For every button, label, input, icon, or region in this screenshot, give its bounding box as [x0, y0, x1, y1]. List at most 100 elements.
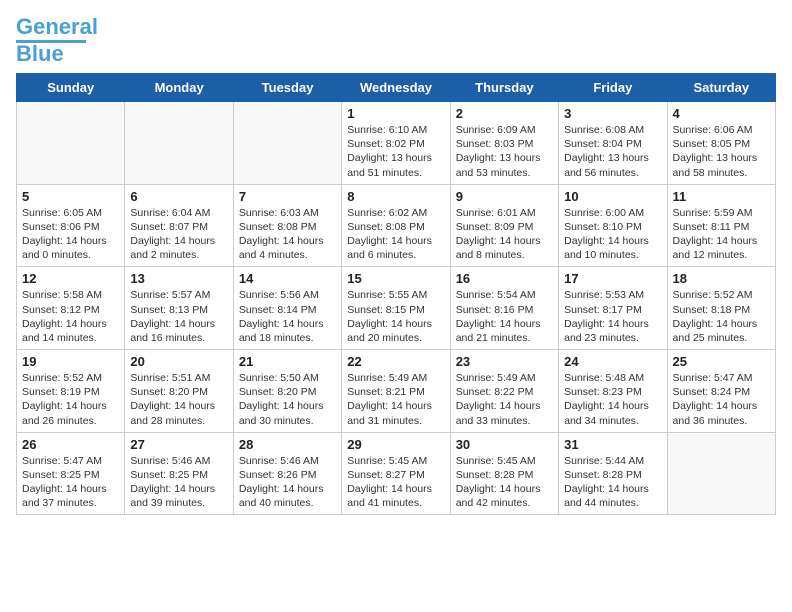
calendar-cell: 19 Sunrise: 5:52 AMSunset: 8:19 PMDayligh… — [17, 350, 125, 433]
calendar-cell: 10 Sunrise: 6:00 AMSunset: 8:10 PMDayligh… — [559, 184, 667, 267]
calendar-cell: 8 Sunrise: 6:02 AMSunset: 8:08 PMDaylight… — [342, 184, 450, 267]
day-header-saturday: Saturday — [667, 74, 775, 102]
logo: General Blue — [16, 16, 98, 65]
day-number: 27 — [130, 437, 227, 452]
calendar-cell: 21 Sunrise: 5:50 AMSunset: 8:20 PMDayligh… — [233, 350, 341, 433]
day-number: 6 — [130, 189, 227, 204]
cell-info: Sunrise: 6:10 AMSunset: 8:02 PMDaylight:… — [347, 123, 444, 180]
cell-info: Sunrise: 5:50 AMSunset: 8:20 PMDaylight:… — [239, 371, 336, 428]
cell-info: Sunrise: 5:53 AMSunset: 8:17 PMDaylight:… — [564, 288, 661, 345]
cell-info: Sunrise: 6:09 AMSunset: 8:03 PMDaylight:… — [456, 123, 553, 180]
day-header-sunday: Sunday — [17, 74, 125, 102]
calendar-cell: 18 Sunrise: 5:52 AMSunset: 8:18 PMDayligh… — [667, 267, 775, 350]
cell-info: Sunrise: 5:52 AMSunset: 8:19 PMDaylight:… — [22, 371, 119, 428]
calendar-cell: 14 Sunrise: 5:56 AMSunset: 8:14 PMDayligh… — [233, 267, 341, 350]
cell-info: Sunrise: 5:58 AMSunset: 8:12 PMDaylight:… — [22, 288, 119, 345]
calendar-cell: 24 Sunrise: 5:48 AMSunset: 8:23 PMDayligh… — [559, 350, 667, 433]
day-number: 1 — [347, 106, 444, 121]
day-number: 23 — [456, 354, 553, 369]
day-number: 9 — [456, 189, 553, 204]
calendar-week-4: 19 Sunrise: 5:52 AMSunset: 8:19 PMDayligh… — [17, 350, 776, 433]
calendar-cell: 20 Sunrise: 5:51 AMSunset: 8:20 PMDayligh… — [125, 350, 233, 433]
calendar-cell — [667, 432, 775, 515]
logo-blue: Blue — [16, 43, 64, 65]
cell-info: Sunrise: 5:51 AMSunset: 8:20 PMDaylight:… — [130, 371, 227, 428]
day-number: 16 — [456, 271, 553, 286]
day-number: 21 — [239, 354, 336, 369]
day-number: 3 — [564, 106, 661, 121]
calendar-cell: 5 Sunrise: 6:05 AMSunset: 8:06 PMDaylight… — [17, 184, 125, 267]
cell-info: Sunrise: 5:49 AMSunset: 8:21 PMDaylight:… — [347, 371, 444, 428]
page-header: General Blue — [16, 16, 776, 65]
day-header-thursday: Thursday — [450, 74, 558, 102]
cell-info: Sunrise: 6:05 AMSunset: 8:06 PMDaylight:… — [22, 206, 119, 263]
day-number: 5 — [22, 189, 119, 204]
cell-info: Sunrise: 5:57 AMSunset: 8:13 PMDaylight:… — [130, 288, 227, 345]
day-header-friday: Friday — [559, 74, 667, 102]
cell-info: Sunrise: 5:52 AMSunset: 8:18 PMDaylight:… — [673, 288, 770, 345]
calendar-cell: 22 Sunrise: 5:49 AMSunset: 8:21 PMDayligh… — [342, 350, 450, 433]
calendar-cell: 27 Sunrise: 5:46 AMSunset: 8:25 PMDayligh… — [125, 432, 233, 515]
cell-info: Sunrise: 5:55 AMSunset: 8:15 PMDaylight:… — [347, 288, 444, 345]
day-number: 7 — [239, 189, 336, 204]
day-header-wednesday: Wednesday — [342, 74, 450, 102]
day-number: 22 — [347, 354, 444, 369]
logo-general: General — [16, 14, 98, 39]
cell-info: Sunrise: 5:49 AMSunset: 8:22 PMDaylight:… — [456, 371, 553, 428]
calendar-cell: 30 Sunrise: 5:45 AMSunset: 8:28 PMDayligh… — [450, 432, 558, 515]
day-number: 20 — [130, 354, 227, 369]
calendar-cell: 6 Sunrise: 6:04 AMSunset: 8:07 PMDaylight… — [125, 184, 233, 267]
cell-info: Sunrise: 5:46 AMSunset: 8:25 PMDaylight:… — [130, 454, 227, 511]
day-number: 8 — [347, 189, 444, 204]
calendar-cell: 11 Sunrise: 5:59 AMSunset: 8:11 PMDayligh… — [667, 184, 775, 267]
cell-info: Sunrise: 5:47 AMSunset: 8:24 PMDaylight:… — [673, 371, 770, 428]
day-number: 12 — [22, 271, 119, 286]
calendar-cell: 12 Sunrise: 5:58 AMSunset: 8:12 PMDayligh… — [17, 267, 125, 350]
day-number: 10 — [564, 189, 661, 204]
calendar-cell: 2 Sunrise: 6:09 AMSunset: 8:03 PMDaylight… — [450, 102, 558, 185]
cell-info: Sunrise: 6:06 AMSunset: 8:05 PMDaylight:… — [673, 123, 770, 180]
calendar-cell: 31 Sunrise: 5:44 AMSunset: 8:28 PMDayligh… — [559, 432, 667, 515]
calendar-cell: 15 Sunrise: 5:55 AMSunset: 8:15 PMDayligh… — [342, 267, 450, 350]
cell-info: Sunrise: 6:01 AMSunset: 8:09 PMDaylight:… — [456, 206, 553, 263]
day-number: 28 — [239, 437, 336, 452]
day-number: 24 — [564, 354, 661, 369]
calendar-header-row: SundayMondayTuesdayWednesdayThursdayFrid… — [17, 74, 776, 102]
calendar-cell — [125, 102, 233, 185]
calendar-cell: 25Sunrise: 5:47 AMSunset: 8:24 PMDayligh… — [667, 350, 775, 433]
cell-info: Sunrise: 5:59 AMSunset: 8:11 PMDaylight:… — [673, 206, 770, 263]
day-number: 30 — [456, 437, 553, 452]
day-number: 14 — [239, 271, 336, 286]
cell-info: Sunrise: 6:08 AMSunset: 8:04 PMDaylight:… — [564, 123, 661, 180]
calendar-week-3: 12 Sunrise: 5:58 AMSunset: 8:12 PMDayligh… — [17, 267, 776, 350]
cell-info: Sunrise: 5:45 AMSunset: 8:28 PMDaylight:… — [456, 454, 553, 511]
cell-info: Sunrise: 6:02 AMSunset: 8:08 PMDaylight:… — [347, 206, 444, 263]
day-number: 15 — [347, 271, 444, 286]
cell-info: Sunrise: 5:44 AMSunset: 8:28 PMDaylight:… — [564, 454, 661, 511]
cell-info: Sunrise: 6:04 AMSunset: 8:07 PMDaylight:… — [130, 206, 227, 263]
day-number: 11 — [673, 189, 770, 204]
cell-info: Sunrise: 5:45 AMSunset: 8:27 PMDaylight:… — [347, 454, 444, 511]
calendar-cell: 28Sunrise: 5:46 AMSunset: 8:26 PMDayligh… — [233, 432, 341, 515]
calendar-cell: 7Sunrise: 6:03 AMSunset: 8:08 PMDaylight… — [233, 184, 341, 267]
calendar-cell: 4Sunrise: 6:06 AMSunset: 8:05 PMDaylight… — [667, 102, 775, 185]
calendar-cell: 1 Sunrise: 6:10 AMSunset: 8:02 PMDaylight… — [342, 102, 450, 185]
day-number: 31 — [564, 437, 661, 452]
cell-info: Sunrise: 5:56 AMSunset: 8:14 PMDaylight:… — [239, 288, 336, 345]
cell-info: Sunrise: 5:48 AMSunset: 8:23 PMDaylight:… — [564, 371, 661, 428]
day-number: 26 — [22, 437, 119, 452]
day-number: 19 — [22, 354, 119, 369]
logo-text: General — [16, 16, 98, 38]
calendar-table: SundayMondayTuesdayWednesdayThursdayFrid… — [16, 73, 776, 515]
day-number: 2 — [456, 106, 553, 121]
calendar-cell: 3 Sunrise: 6:08 AMSunset: 8:04 PMDaylight… — [559, 102, 667, 185]
calendar-week-1: 1 Sunrise: 6:10 AMSunset: 8:02 PMDaylight… — [17, 102, 776, 185]
calendar-cell: 23 Sunrise: 5:49 AMSunset: 8:22 PMDayligh… — [450, 350, 558, 433]
calendar-cell: 29Sunrise: 5:45 AMSunset: 8:27 PMDayligh… — [342, 432, 450, 515]
day-number: 18 — [673, 271, 770, 286]
calendar-cell: 16 Sunrise: 5:54 AMSunset: 8:16 PMDayligh… — [450, 267, 558, 350]
cell-info: Sunrise: 5:54 AMSunset: 8:16 PMDaylight:… — [456, 288, 553, 345]
day-header-monday: Monday — [125, 74, 233, 102]
cell-info: Sunrise: 6:00 AMSunset: 8:10 PMDaylight:… — [564, 206, 661, 263]
calendar-cell: 17Sunrise: 5:53 AMSunset: 8:17 PMDayligh… — [559, 267, 667, 350]
